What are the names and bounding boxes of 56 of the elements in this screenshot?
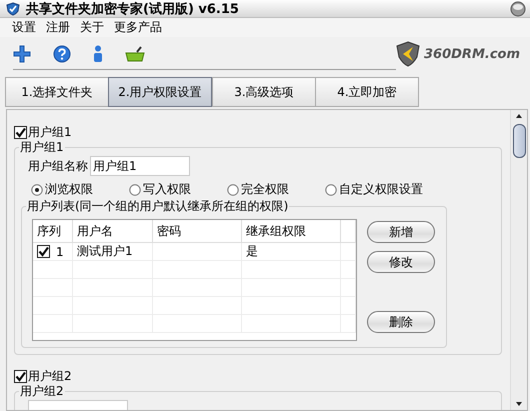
logo-text: 360DRM.com [424,46,520,62]
tab[interactable]: 4.立即加密 [315,77,419,107]
radio-button[interactable] [31,184,43,196]
table-cell [33,279,73,297]
column-header[interactable]: 密码 [153,220,242,243]
shield-icon [6,2,20,16]
group-name-label: 用户组名称 [28,158,88,174]
radio-label[interactable]: 浏览权限 [45,181,93,198]
action-button[interactable]: 修改 [367,251,435,273]
radio-label[interactable]: 自定义权限设置 [339,181,423,198]
scrollbar-thumb[interactable] [512,124,526,158]
group-name-field[interactable]: 用户组1 [90,156,190,176]
radio-button[interactable] [129,184,141,196]
window-title: 共享文件夹加密专家(试用版) v6.15 [26,0,240,18]
action-button[interactable]: 新增 [367,221,435,243]
table-cell: 是 [242,243,341,261]
tab[interactable]: 3.高级选项 [212,77,315,107]
table-cell [33,297,73,315]
user-list-legend: 用户列表(同一个组的用户默认继承所在组的权限) [26,198,290,214]
shield-logo-icon [396,41,420,67]
checkbox[interactable] [14,370,27,382]
table-cell: 测试用户1 [73,243,153,261]
info-icon[interactable] [93,44,103,62]
menu-item[interactable]: 注册 [46,19,70,36]
help-icon[interactable] [53,44,71,62]
table-cell [341,297,356,315]
radio-button[interactable] [227,184,239,196]
group-checkbox-label[interactable]: 用户组2 [28,368,72,384]
group-legend: 用户组1 [19,139,65,155]
table-cell [341,243,356,261]
radio-label[interactable]: 完全权限 [241,181,289,198]
orb-button-icon[interactable] [510,0,526,16]
table-cell [33,315,73,333]
table-cell [341,279,356,297]
action-button[interactable]: 删除 [367,311,435,333]
table-cell [341,315,356,333]
column-header[interactable]: 用户名 [73,220,153,243]
group-legend: 用户组2 [19,383,65,399]
table-cell [341,261,356,279]
checkbox[interactable] [37,245,50,258]
table-cell: 1 [56,244,64,258]
basket-icon[interactable] [125,44,145,62]
tab[interactable]: 1.选择文件夹 [5,77,108,107]
plus-icon[interactable] [13,44,31,62]
scrollbar[interactable] [510,110,527,410]
group-checkbox-label[interactable]: 用户组1 [28,124,72,140]
menu-item[interactable]: 更多产品 [114,19,162,36]
checkbox[interactable] [14,126,27,138]
tab[interactable]: 2.用户权限设置 [108,77,212,107]
menu-item[interactable]: 设置 [12,19,36,36]
column-header[interactable]: 继承组权限 [242,220,341,243]
column-header [341,220,356,243]
radio-label[interactable]: 写入权限 [143,181,191,198]
menu-item[interactable]: 关于 [80,19,104,36]
radio-button[interactable] [325,184,337,196]
column-header[interactable]: 序列 [33,220,73,243]
